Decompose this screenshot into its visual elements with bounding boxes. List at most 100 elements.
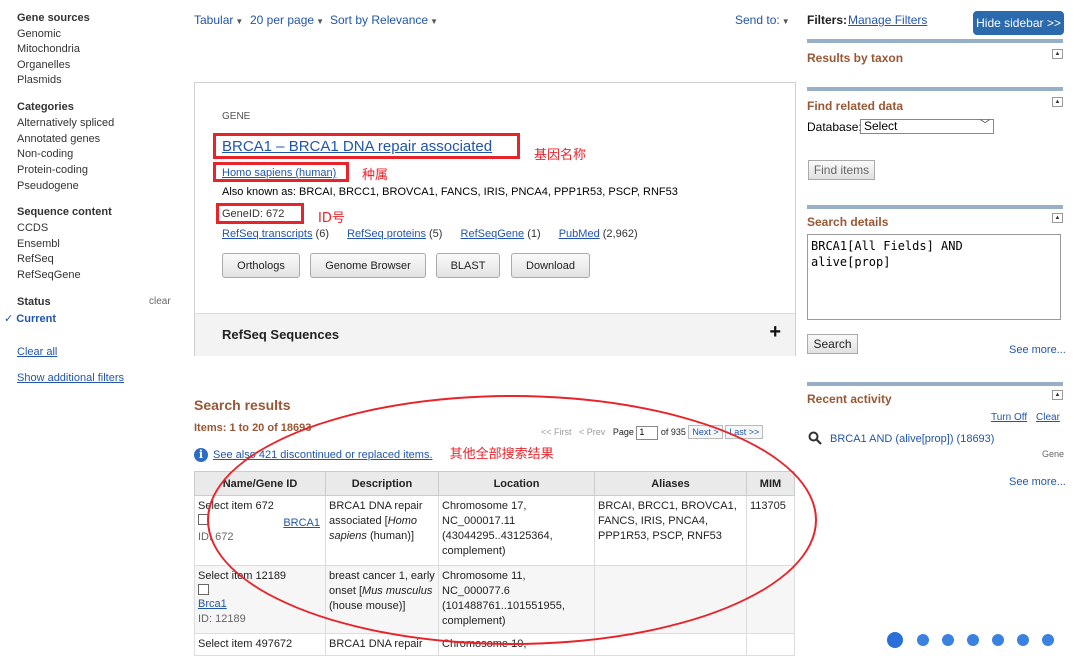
pubmed-link[interactable]: PubMed <box>559 228 600 240</box>
description-tail: (house mouse)] <box>329 600 406 612</box>
facet-organelles[interactable]: Organelles <box>17 59 70 71</box>
last-page-button[interactable]: Last >> <box>725 425 764 439</box>
name-cell: Select item 12189 Brca1 ID: 12189 <box>194 565 326 634</box>
select-checkbox[interactable] <box>198 584 209 595</box>
per-page-dropdown[interactable]: 20 per page ▼ <box>250 13 324 27</box>
collapse-toggle-icon[interactable]: ▲ <box>1052 97 1063 107</box>
collapse-toggle-icon[interactable]: ▲ <box>1052 49 1063 59</box>
name-cell: Select item 497672 <box>194 633 326 656</box>
orthologs-button[interactable]: Orthologs <box>222 253 300 278</box>
facet-alternatively-spliced[interactable]: Alternatively spliced <box>17 117 114 129</box>
facet-heading-gene-sources: Gene sources <box>17 12 90 24</box>
column-header-location[interactable]: Location <box>438 471 595 496</box>
aliases-cell <box>594 633 747 656</box>
blast-button[interactable]: BLAST <box>436 253 500 278</box>
format-dropdown[interactable]: Tabular ▼ <box>194 13 243 27</box>
expand-plus-icon[interactable]: + <box>769 321 781 344</box>
show-additional-filters-link[interactable]: Show additional filters <box>17 372 124 384</box>
refseq-proteins-link[interactable]: RefSeq proteins <box>347 228 426 240</box>
pager: << First < Prev Page 1 of 935 Next > Las… <box>541 425 764 440</box>
database-select[interactable]: Select ﹀ <box>860 119 994 134</box>
page-number-input[interactable]: 1 <box>636 425 659 440</box>
see-more-activity-link[interactable]: See more... <box>1009 476 1066 488</box>
location-cell: Chromosome 17, NC_000017.11 (43044295..4… <box>438 495 595 566</box>
table-row: Select item 12189 Brca1 ID: 12189 breast… <box>194 565 795 634</box>
annotation-genus: 种属 <box>362 168 389 183</box>
caret-down-icon: ▼ <box>235 17 244 26</box>
refseqgene-link[interactable]: RefSeqGene <box>461 228 525 240</box>
facet-plasmids[interactable]: Plasmids <box>17 74 62 86</box>
select-item-label: Select item 672 <box>198 500 274 512</box>
hide-sidebar-button[interactable]: Hide sidebar >> <box>973 11 1064 35</box>
mim-cell <box>746 565 795 634</box>
results-by-taxon-heading[interactable]: Results by taxon <box>807 51 903 65</box>
facet-current[interactable]: ✓ Current <box>4 312 56 325</box>
gene-name-link[interactable]: Brca1 <box>198 597 322 612</box>
query-textarea[interactable]: BRCA1[All Fields] AND alive[prop] <box>807 234 1061 320</box>
recent-activity-heading[interactable]: Recent activity <box>807 392 892 406</box>
gene-name-link[interactable]: BRCA1 <box>283 516 320 531</box>
circle-icon <box>1017 634 1029 646</box>
select-checkbox[interactable] <box>198 514 209 525</box>
facet-current-label: Current <box>16 313 57 325</box>
pubmed-count: (2,962) <box>602 228 638 240</box>
find-items-button[interactable]: Find items <box>808 160 875 180</box>
clear-activity-link[interactable]: Clear <box>1036 412 1060 423</box>
search-icon <box>808 431 822 445</box>
turn-off-link[interactable]: Turn Off <box>991 412 1027 423</box>
facet-refseqgene[interactable]: RefSeqGene <box>17 269 81 281</box>
facet-ccds[interactable]: CCDS <box>17 222 48 234</box>
recent-query-database: Gene <box>1042 449 1065 459</box>
name-cell: Select item 672 BRCA1 ID: 672 <box>194 495 326 566</box>
circle-icon <box>887 632 903 648</box>
also-known-as: Also known as: BRCAI, BRCC1, BROVCA1, FA… <box>222 186 678 198</box>
gene-id-cell: ID: 12189 <box>198 613 246 625</box>
facet-heading-status: Status <box>17 296 51 308</box>
sort-dropdown[interactable]: Sort by Relevance ▼ <box>330 13 438 27</box>
send-to-label: Send to: <box>735 13 780 27</box>
collapse-toggle-icon[interactable]: ▲ <box>1052 390 1063 400</box>
select-item-label: Select item 12189 <box>198 570 287 582</box>
first-page-link[interactable]: << First <box>541 427 572 437</box>
right-sidebar: Filters: Manage Filters Hide sidebar >> … <box>800 0 1080 644</box>
manage-filters-link[interactable]: Manage Filters <box>848 13 927 27</box>
prev-page-link[interactable]: < Prev <box>579 427 605 437</box>
database-label: Database: <box>807 120 862 134</box>
search-details-heading[interactable]: Search details <box>807 215 888 229</box>
collapse-toggle-icon[interactable]: ▲ <box>1052 213 1063 223</box>
facet-mitochondria[interactable]: Mitochondria <box>17 43 80 55</box>
table-row: Select item 672 BRCA1 ID: 672 BRCA1 DNA … <box>194 495 795 566</box>
facet-pseudogene[interactable]: Pseudogene <box>17 180 79 192</box>
facet-refseq[interactable]: RefSeq <box>17 253 54 265</box>
filters-label: Filters: <box>807 13 848 27</box>
send-to-dropdown[interactable]: Send to: ▼ <box>735 13 790 27</box>
facet-genomic[interactable]: Genomic <box>17 28 61 40</box>
circle-icon <box>967 634 979 646</box>
column-header-description[interactable]: Description <box>325 471 439 496</box>
status-clear-link[interactable]: clear <box>149 296 171 307</box>
facet-protein-coding[interactable]: Protein-coding <box>17 164 88 176</box>
see-more-link[interactable]: See more... <box>1009 344 1066 356</box>
next-page-button[interactable]: Next > <box>688 425 723 439</box>
discontinued-items-link[interactable]: See also 421 discontinued or replaced it… <box>213 449 433 461</box>
refseq-sequences-section[interactable]: RefSeq Sequences + <box>195 313 795 356</box>
gene-section-label: GENE <box>222 111 251 122</box>
column-header-aliases[interactable]: Aliases <box>594 471 747 496</box>
refseq-transcripts-link[interactable]: RefSeq transcripts <box>222 228 312 240</box>
download-button[interactable]: Download <box>511 253 590 278</box>
circle-icon <box>917 634 929 646</box>
find-related-data-heading[interactable]: Find related data <box>807 99 903 113</box>
recent-query-link[interactable]: BRCA1 AND (alive[prop]) (18693) <box>830 433 994 445</box>
left-sidebar: Gene sources Genomic Mitochondria Organe… <box>0 0 180 644</box>
location-cell: Chromosome 10, <box>438 633 595 656</box>
clear-all-link[interactable]: Clear all <box>17 346 57 358</box>
facet-ensembl[interactable]: Ensembl <box>17 238 60 250</box>
search-button[interactable]: Search <box>807 334 858 354</box>
items-count: Items: 1 to 20 of 18693 <box>194 422 312 434</box>
column-header-mim[interactable]: MIM <box>746 471 795 496</box>
gene-id-cell: ID: 672 <box>198 531 234 543</box>
column-header-name[interactable]: Name/Gene ID <box>194 471 326 496</box>
facet-annotated-genes[interactable]: Annotated genes <box>17 133 100 145</box>
facet-non-coding[interactable]: Non-coding <box>17 148 73 160</box>
genome-browser-button[interactable]: Genome Browser <box>310 253 426 278</box>
